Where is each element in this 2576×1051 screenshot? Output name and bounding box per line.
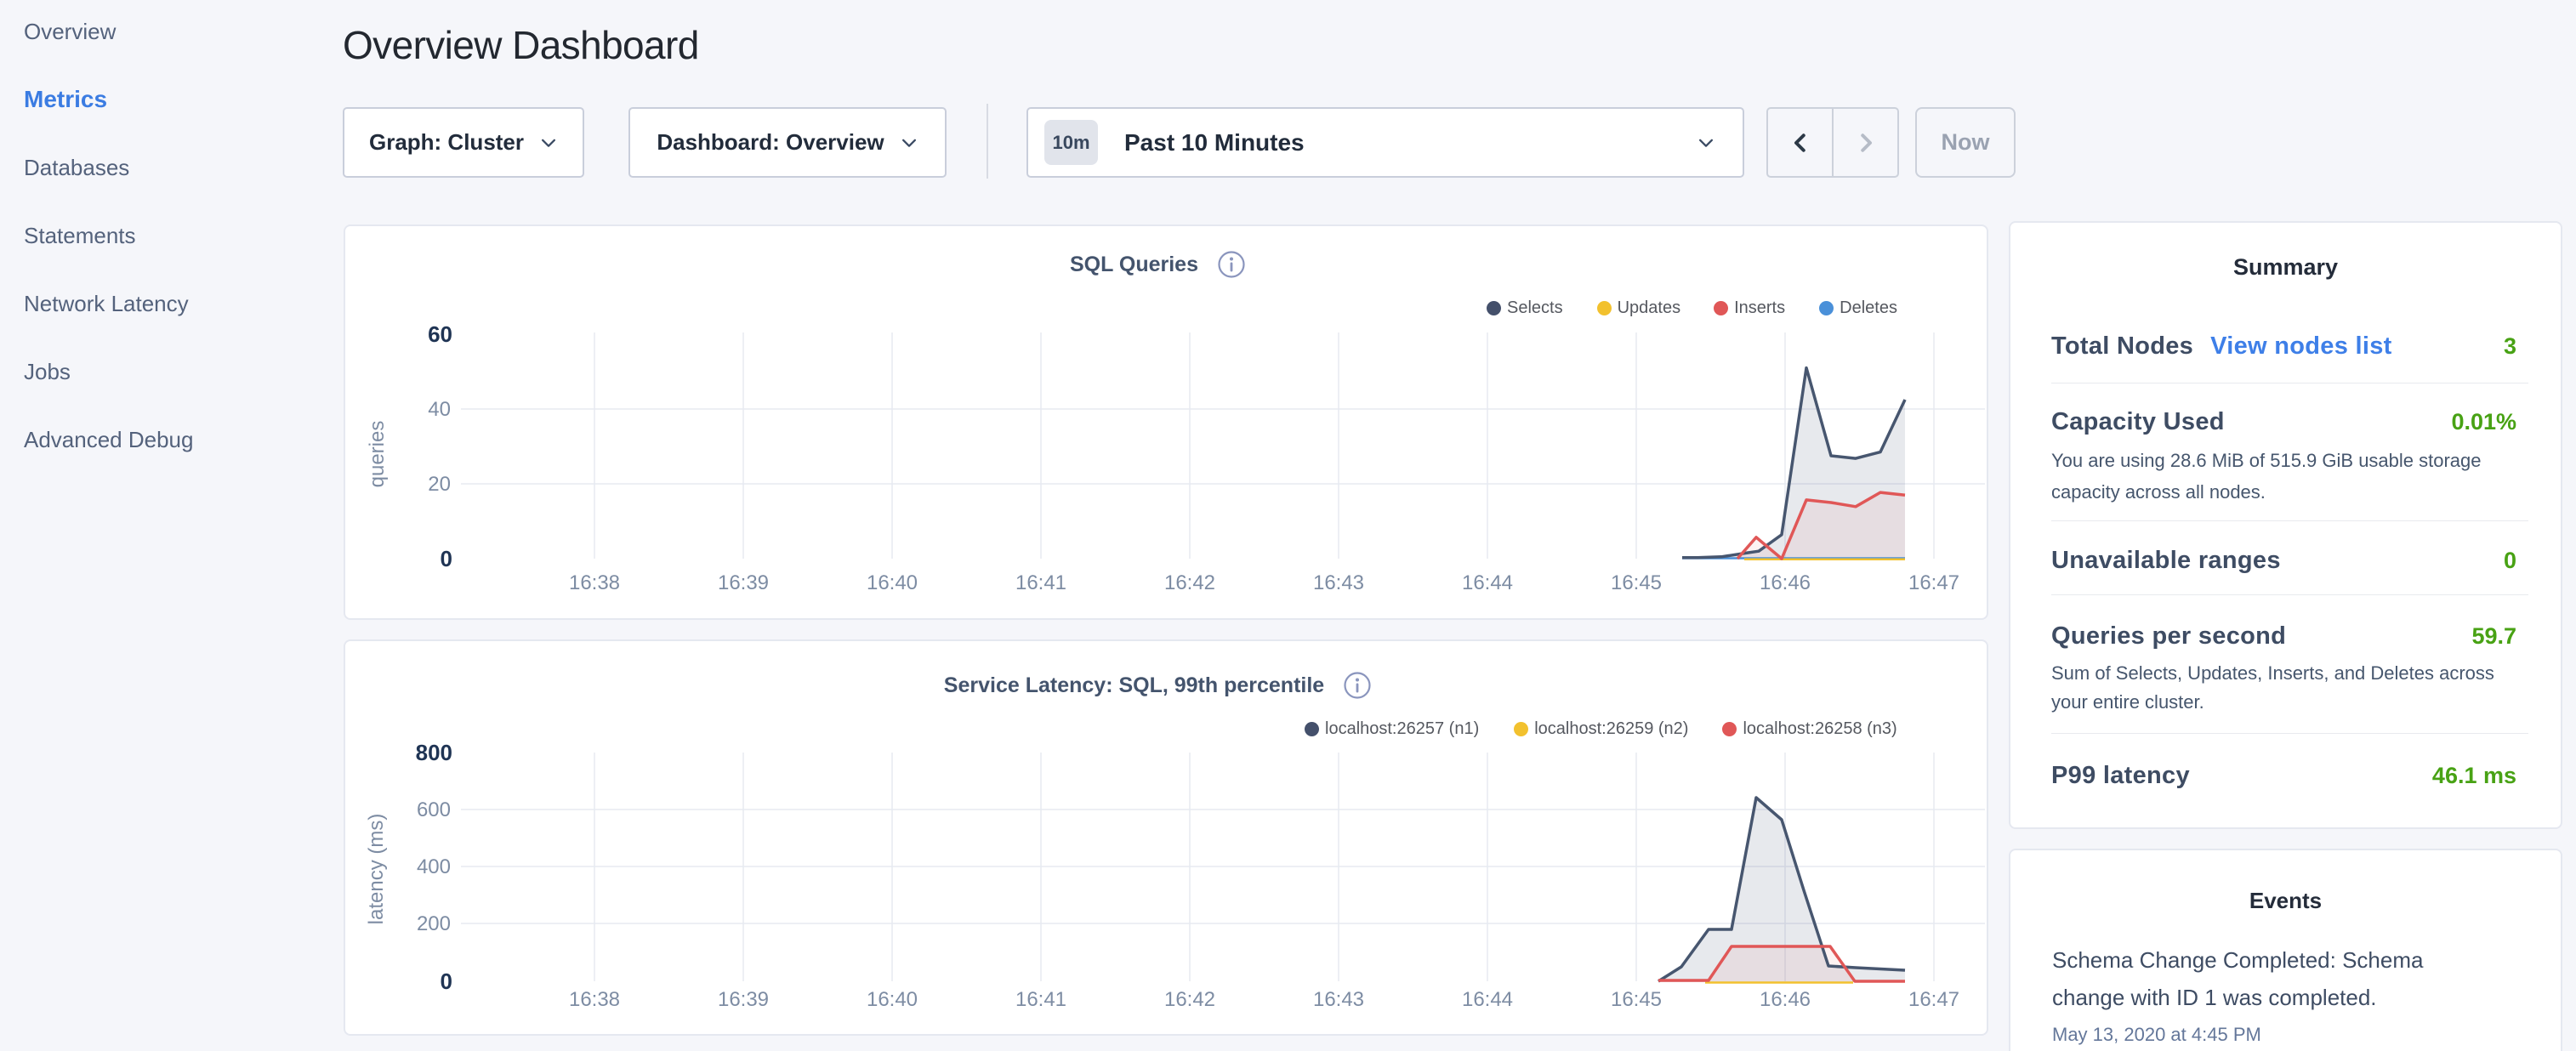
svg-text:16:39: 16:39 bbox=[718, 988, 769, 1011]
svg-text:16:43: 16:43 bbox=[1313, 571, 1364, 594]
svg-text:20: 20 bbox=[428, 473, 451, 496]
svg-text:40: 40 bbox=[428, 398, 451, 421]
svg-text:16:39: 16:39 bbox=[718, 571, 769, 594]
svg-text:queries: queries bbox=[366, 421, 389, 488]
svg-text:400: 400 bbox=[417, 855, 451, 878]
svg-text:60: 60 bbox=[428, 321, 452, 347]
svg-text:600: 600 bbox=[417, 798, 451, 821]
svg-text:200: 200 bbox=[417, 912, 451, 935]
svg-text:16:38: 16:38 bbox=[569, 988, 620, 1011]
svg-text:16:42: 16:42 bbox=[1164, 988, 1215, 1011]
svg-text:16:43: 16:43 bbox=[1313, 988, 1364, 1011]
svg-text:16:44: 16:44 bbox=[1462, 988, 1513, 1011]
svg-text:16:42: 16:42 bbox=[1164, 571, 1215, 594]
svg-text:16:41: 16:41 bbox=[1015, 988, 1066, 1011]
svg-text:16:47: 16:47 bbox=[1908, 571, 1959, 594]
svg-text:16:45: 16:45 bbox=[1611, 571, 1662, 594]
svg-text:0: 0 bbox=[441, 969, 452, 994]
svg-text:16:45: 16:45 bbox=[1611, 988, 1662, 1011]
svg-text:16:47: 16:47 bbox=[1908, 988, 1959, 1011]
svg-text:16:46: 16:46 bbox=[1760, 571, 1811, 594]
svg-text:800: 800 bbox=[416, 740, 452, 765]
svg-text:16:40: 16:40 bbox=[867, 571, 918, 594]
svg-text:16:40: 16:40 bbox=[867, 988, 918, 1011]
svg-text:16:38: 16:38 bbox=[569, 571, 620, 594]
svg-text:16:46: 16:46 bbox=[1760, 988, 1811, 1011]
svg-text:16:44: 16:44 bbox=[1462, 571, 1513, 594]
svg-text:16:41: 16:41 bbox=[1015, 571, 1066, 594]
svg-text:latency (ms): latency (ms) bbox=[365, 814, 388, 925]
svg-text:0: 0 bbox=[441, 546, 452, 571]
